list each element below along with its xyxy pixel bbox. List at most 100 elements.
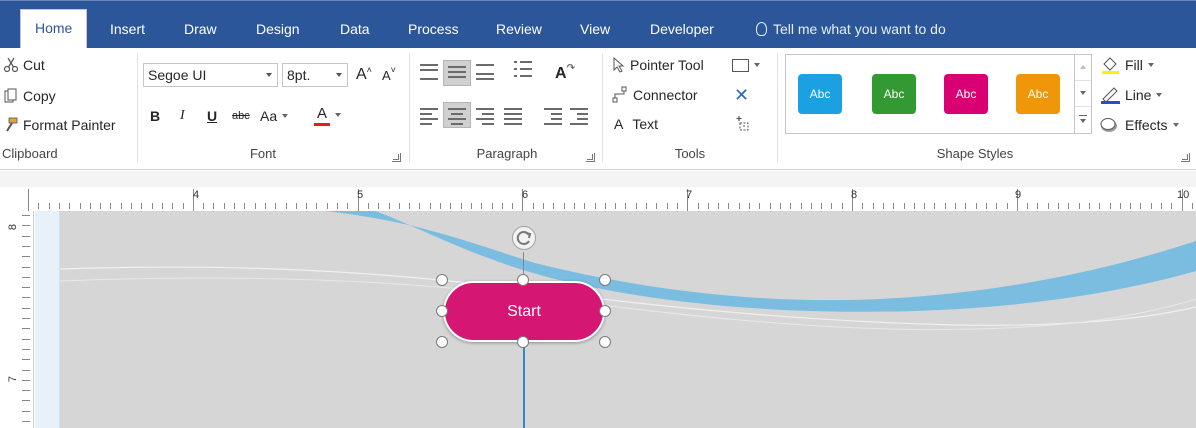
fill-button[interactable]: Fill <box>1100 53 1154 77</box>
effects-label: Effects <box>1125 117 1168 133</box>
shrink-font-button[interactable]: A ˅ <box>382 63 396 87</box>
bullets-button[interactable] <box>514 61 532 77</box>
ruler-tick <box>172 203 174 209</box>
resize-handle-top-left[interactable] <box>436 274 448 286</box>
clipboard-group-label: Clipboard <box>2 146 58 161</box>
ruler-tick <box>244 203 246 209</box>
format-painter-button[interactable]: Format Painter <box>4 113 116 137</box>
vertical-ruler: 8 7 <box>0 211 34 428</box>
bold-button[interactable]: B <box>150 104 160 128</box>
ruler-tick <box>234 203 235 209</box>
gallery-scroll-down-button[interactable] <box>1075 81 1091 107</box>
ruler-tick <box>615 203 617 209</box>
drawing-canvas[interactable] <box>35 211 1196 428</box>
resize-handle-right[interactable] <box>599 305 611 317</box>
style-swatch-orange[interactable]: Abc <box>1016 74 1060 114</box>
tab-developer[interactable]: Developer <box>636 11 728 49</box>
tell-me-search[interactable]: Tell me what you want to do <box>756 11 946 47</box>
format-painter-label: Format Painter <box>23 117 116 133</box>
align-center-button[interactable] <box>448 108 466 125</box>
align-right-button[interactable] <box>476 108 494 125</box>
tab-data[interactable]: Data <box>326 11 384 49</box>
ruler-tick <box>161 203 163 209</box>
grow-font-button[interactable]: A ˄ <box>356 63 372 87</box>
rectangle-tool-dropdown[interactable] <box>732 53 760 77</box>
shape-styles-dialog-launcher[interactable] <box>1181 153 1190 162</box>
text-tool-button[interactable]: A Text <box>614 112 658 136</box>
tab-process[interactable]: Process <box>394 11 473 49</box>
line-button[interactable]: Line <box>1100 83 1163 107</box>
connector-line[interactable] <box>523 342 525 428</box>
ruler-tick <box>58 203 60 209</box>
text-block-button[interactable]: A ↷ <box>555 62 575 86</box>
ruler-tick <box>749 203 750 209</box>
tab-insert[interactable]: Insert <box>96 11 159 49</box>
resize-handle-left[interactable] <box>436 305 448 317</box>
align-left-button[interactable] <box>420 108 438 125</box>
resize-handle-bottom[interactable] <box>517 336 529 348</box>
pen-line-icon <box>1101 87 1120 104</box>
font-family-combo[interactable]: Segoe UI <box>143 63 278 87</box>
align-middle-button[interactable] <box>448 66 466 82</box>
ruler-tick <box>862 203 864 209</box>
ruler-tick <box>656 203 658 209</box>
connection-point-icon <box>736 116 749 131</box>
paragraph-dialog-launcher[interactable] <box>586 153 595 162</box>
style-swatch-blue[interactable]: Abc <box>798 74 842 114</box>
ruler-tick <box>728 203 730 209</box>
align-bottom-button[interactable] <box>476 64 494 80</box>
ruler-tick <box>347 203 349 209</box>
change-case-button[interactable]: Aa <box>260 104 289 128</box>
change-case-label: Aa <box>260 108 278 124</box>
tab-home[interactable]: Home <box>20 9 88 49</box>
ruler-tick <box>790 203 792 209</box>
ruler-number-7: 7 <box>686 189 693 201</box>
ruler-tick <box>409 203 411 209</box>
tab-draw[interactable]: Draw <box>170 11 231 49</box>
ruler-tick <box>275 203 277 209</box>
font-size-combo[interactable]: 8pt. <box>282 63 348 87</box>
resize-handle-bottom-right[interactable] <box>599 336 611 348</box>
ruler-tick <box>22 215 30 216</box>
scissors-icon <box>4 57 18 73</box>
text-tool-icon: A <box>614 116 624 132</box>
tab-view[interactable]: View <box>566 11 624 49</box>
copy-button[interactable]: Copy <box>4 84 56 108</box>
gallery-scroll-up-button[interactable] <box>1075 55 1091 81</box>
ruler-tick <box>131 203 132 209</box>
line-label: Line <box>1125 87 1152 103</box>
strikethrough-button[interactable]: abc <box>232 104 250 128</box>
justify-button[interactable] <box>504 108 522 125</box>
resize-handle-top[interactable] <box>517 274 529 286</box>
tab-design[interactable]: Design <box>242 11 314 49</box>
ruler-tick <box>470 203 472 209</box>
tab-review[interactable]: Review <box>482 11 556 49</box>
start-terminator-shape[interactable]: Start <box>443 281 605 342</box>
ruler-tick <box>676 203 678 209</box>
pointer-tool-button[interactable]: Pointer Tool <box>613 53 704 77</box>
increase-indent-button[interactable] <box>570 108 588 125</box>
italic-button[interactable]: I <box>180 104 185 128</box>
ruler-tick <box>1161 203 1162 209</box>
underline-button[interactable]: U <box>207 104 217 128</box>
rotate-handle[interactable] <box>512 226 536 250</box>
resize-handle-bottom-left[interactable] <box>436 336 448 348</box>
align-top-button[interactable] <box>420 64 438 80</box>
font-color-button[interactable]: A <box>314 103 341 127</box>
ruler-tick <box>450 203 452 209</box>
cut-button[interactable]: Cut <box>4 53 45 77</box>
font-dialog-launcher[interactable] <box>392 153 401 162</box>
tools-group-label: Tools <box>674 146 706 161</box>
resize-handle-top-right[interactable] <box>599 274 611 286</box>
decrease-indent-button[interactable] <box>544 108 562 125</box>
connection-point-button[interactable] <box>732 112 750 136</box>
effects-button[interactable]: Effects <box>1100 113 1179 137</box>
style-swatch-magenta[interactable]: Abc <box>944 74 988 114</box>
style-swatch-green[interactable]: Abc <box>872 74 916 114</box>
ruler-tick <box>924 203 926 209</box>
close-x-icon[interactable]: ✕ <box>734 83 749 107</box>
ruler-tick <box>573 203 575 209</box>
connector-button[interactable]: Connector <box>612 83 698 107</box>
connector-label: Connector <box>633 87 698 103</box>
gallery-more-button[interactable] <box>1075 107 1091 133</box>
